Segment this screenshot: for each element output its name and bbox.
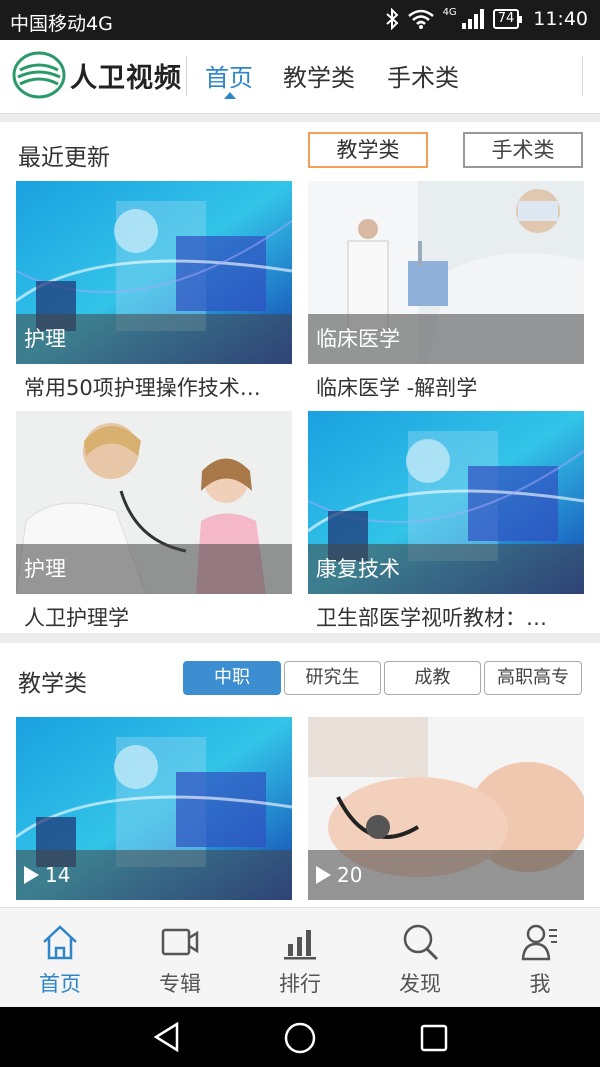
bluetooth-icon <box>385 8 399 30</box>
logo-text: 人卫视频 <box>70 62 182 94</box>
back-icon[interactable] <box>152 1021 182 1053</box>
active-tab-caret <box>224 92 236 99</box>
filter-surgery-button[interactable]: 手术类 <box>463 132 583 168</box>
search-icon <box>403 924 439 961</box>
battery-icon: 74 <box>492 9 522 29</box>
video-title[interactable]: 卫生部医学视听教材：… <box>308 602 584 632</box>
play-icon <box>24 865 39 884</box>
nav-tab-teaching[interactable]: 教学类 <box>283 58 355 93</box>
recents-icon[interactable] <box>419 1023 449 1053</box>
video-card[interactable]: 康复技术 卫生部医学视听教材：… <box>308 411 584 632</box>
video-title[interactable]: 临床医学 -解剖学 <box>308 372 584 402</box>
tab-discover[interactable]: 发现 <box>360 908 480 1008</box>
nav-tab-home[interactable]: 首页 <box>205 58 253 93</box>
play-count-value: 20 <box>337 863 363 887</box>
bottom-tab-bar: 首页 专辑 排行 发现 我 <box>0 907 600 1007</box>
recent-section: 最近更新 教学类 手术类 护理 常用50项护理操作技术… 临床医学 临床医学 -… <box>0 122 600 633</box>
video-card[interactable]: 护理 常用50项护理操作技术… <box>16 181 292 402</box>
video-title[interactable]: 常用50项护理操作技术… <box>16 372 292 402</box>
home-circle-icon[interactable] <box>283 1021 317 1055</box>
recent-title: 最近更新 <box>18 145 110 171</box>
segment-higher-vocational[interactable]: 高职高专 <box>484 661 582 695</box>
bar-chart-icon <box>284 930 316 960</box>
tab-me[interactable]: 我 <box>480 908 600 1008</box>
video-card[interactable]: 护理 人卫护理学 <box>16 411 292 632</box>
category-label: 康复技术 <box>308 544 584 594</box>
tab-me-label: 我 <box>529 972 551 996</box>
video-card[interactable]: 14 <box>16 717 292 900</box>
video-thumbnail[interactable]: 14 <box>16 717 292 900</box>
video-thumbnail[interactable]: 康复技术 <box>308 411 584 594</box>
nav-tab-surgery[interactable]: 手术类 <box>387 58 459 93</box>
play-count: 20 <box>308 850 584 900</box>
play-icon <box>316 865 331 884</box>
logo-emblem-icon <box>12 51 66 99</box>
clock: 11:40 <box>533 8 588 30</box>
app-header: 人卫视频 首页 教学类 手术类 <box>0 40 600 114</box>
video-card[interactable]: 20 <box>308 717 584 900</box>
tab-albums-label: 专辑 <box>159 972 201 996</box>
header-divider-right <box>582 56 583 96</box>
tab-home[interactable]: 首页 <box>0 908 120 1008</box>
segment-graduate[interactable]: 研究生 <box>284 661 381 695</box>
category-label: 护理 <box>16 314 292 364</box>
video-camera-icon <box>161 928 199 956</box>
video-title[interactable]: 人卫护理学 <box>16 602 292 632</box>
play-count: 14 <box>16 850 292 900</box>
tab-discover-label: 发现 <box>399 972 441 996</box>
status-icons: 4G 74 11:40 <box>385 6 588 30</box>
video-card[interactable]: 临床医学 临床医学 -解剖学 <box>308 181 584 402</box>
app-logo[interactable]: 人卫视频 <box>12 50 182 100</box>
play-count-value: 14 <box>45 863 71 887</box>
segment-adult-ed[interactable]: 成教 <box>384 661 481 695</box>
tab-ranking-label: 排行 <box>279 972 321 996</box>
wifi-icon <box>407 9 434 29</box>
video-thumbnail[interactable]: 护理 <box>16 411 292 594</box>
network-type: 4G <box>442 6 457 18</box>
tab-home-label: 首页 <box>39 972 81 996</box>
teaching-title: 教学类 <box>18 671 87 697</box>
user-icon <box>521 924 557 961</box>
category-label: 临床医学 <box>308 314 584 364</box>
video-thumbnail[interactable]: 临床医学 <box>308 181 584 364</box>
tab-albums[interactable]: 专辑 <box>120 908 240 1008</box>
header-divider <box>186 56 187 96</box>
video-thumbnail[interactable]: 20 <box>308 717 584 900</box>
segment-zhongzhi[interactable]: 中职 <box>183 661 281 695</box>
tab-ranking[interactable]: 排行 <box>240 908 360 1008</box>
category-label: 护理 <box>16 544 292 594</box>
video-thumbnail[interactable]: 护理 <box>16 181 292 364</box>
filter-teaching-button[interactable]: 教学类 <box>308 132 428 168</box>
carrier-name: 中国移动4G <box>10 13 113 35</box>
signal-icon <box>461 9 484 29</box>
status-bar: 中国移动4G 4G 74 11:40 <box>0 0 600 40</box>
teaching-section: 教学类 中职 研究生 成教 高职高专 14 20 <box>0 643 600 907</box>
home-icon <box>43 925 77 960</box>
system-navigation-bar <box>0 1007 600 1067</box>
